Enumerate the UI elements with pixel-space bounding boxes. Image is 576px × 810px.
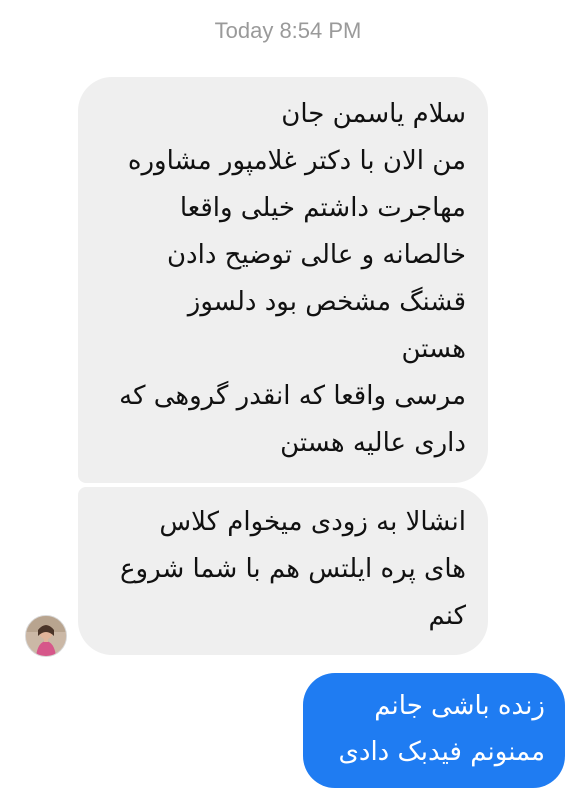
outgoing-message-bubble[interactable]: زنده باشی جانم ممنونم فیدبک دادی	[303, 673, 565, 788]
incoming-message-bubble[interactable]: سلام یاسمن جان من الان با دکتر غلامپور م…	[78, 77, 488, 483]
contact-avatar-image	[26, 616, 66, 656]
incoming-message-bubble[interactable]: انشالا به زودی میخوام کلاس های پره ایلتس…	[78, 487, 488, 655]
message-timestamp: Today 8:54 PM	[214, 18, 362, 43]
contact-avatar[interactable]	[25, 615, 67, 657]
